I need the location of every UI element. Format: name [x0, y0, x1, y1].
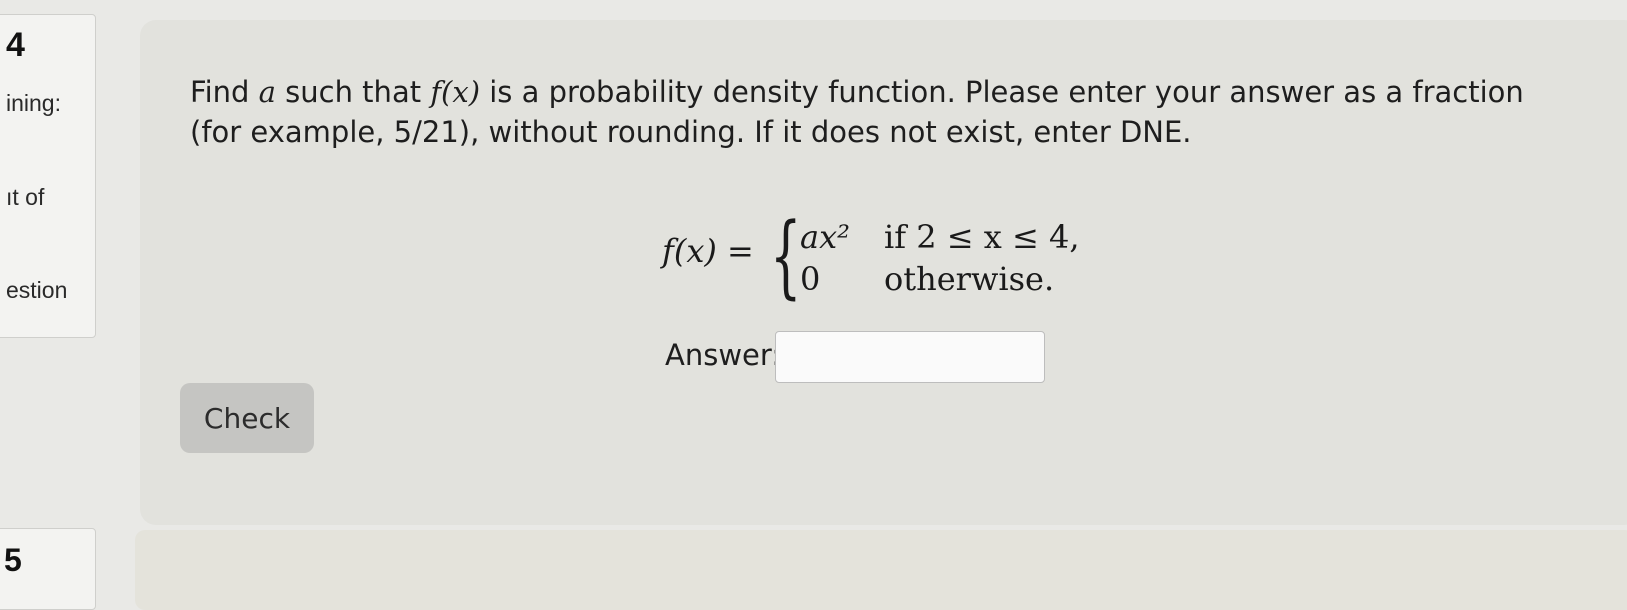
case-1-expression: ax² — [800, 218, 850, 256]
out-of-label: ıt of — [6, 184, 45, 210]
answer-label: Answer: — [665, 338, 782, 372]
question-number: 4 — [6, 26, 25, 64]
check-button[interactable]: Check — [180, 383, 314, 453]
formula-brace: { — [770, 204, 802, 309]
case-2-expression: 0 — [800, 260, 821, 298]
case-2-condition: otherwise. — [884, 260, 1055, 298]
formula-lhs: f(x) = — [662, 232, 754, 270]
function-f: f(x) — [430, 75, 481, 109]
variable-a: a — [258, 75, 276, 109]
question-label: estion — [6, 277, 68, 303]
case-1-condition: if 2 ≤ x ≤ 4, — [884, 218, 1080, 256]
remaining-label: ining: — [6, 90, 61, 116]
next-question-card — [135, 530, 1627, 610]
question-text: Find a such that f(x) is a probability d… — [190, 75, 1524, 149]
next-question-number: 5 — [4, 542, 22, 578]
answer-input[interactable] — [775, 331, 1045, 383]
